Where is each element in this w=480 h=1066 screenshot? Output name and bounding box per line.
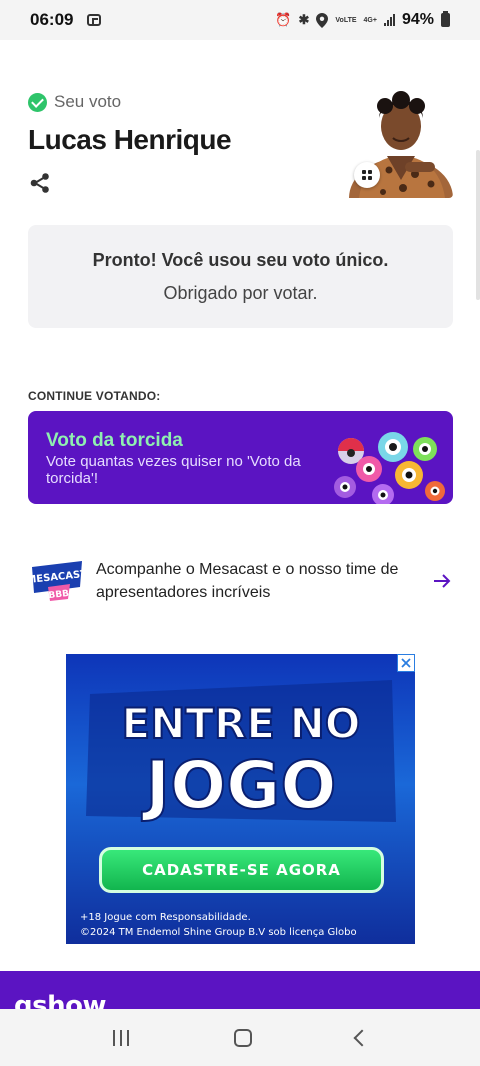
- vote-status-label: Seu voto: [54, 92, 122, 111]
- ad-cta-button[interactable]: CADASTRE-SE AGORA: [99, 847, 384, 893]
- ad-headline-line2: JOGO: [142, 747, 337, 824]
- network-4g-indicator: 4G+: [363, 16, 377, 24]
- ad-disclaimer-line2: ©2024 TM Endemol Shine Group B.V sob lic…: [80, 927, 357, 938]
- mesacast-link[interactable]: MESACAST BBB Acompanhe o Mesacast e o no…: [28, 553, 453, 609]
- status-bar: 06:09 ⏰ ✱ VoLTE 4G+ 94%: [0, 0, 480, 40]
- vote-confirmation-box: Pronto! Você usou seu voto único. Obriga…: [28, 225, 453, 328]
- ad-close-icon[interactable]: [397, 654, 415, 672]
- screenshot-icon: [87, 14, 102, 26]
- ad-disclaimer-line1: +18 Jogue com Responsabilidade.: [80, 912, 251, 923]
- signal-icon: [383, 14, 395, 26]
- vote-status: Seu voto: [28, 92, 121, 112]
- battery-percent: 94%: [401, 11, 434, 28]
- ad-headline: ENTRE NO JOGO: [86, 680, 396, 825]
- torcida-card-title: Voto da torcida: [46, 430, 183, 451]
- back-icon[interactable]: [353, 1029, 371, 1046]
- status-time: 06:09: [30, 10, 74, 29]
- status-icons: ⏰ ✱ VoLTE 4G+ 94%: [275, 11, 450, 29]
- mesacast-logo: MESACAST BBB: [28, 561, 86, 601]
- candidate-name: Lucas Henrique: [28, 124, 232, 155]
- bbb-mascots-illustration: [334, 432, 445, 504]
- recents-icon[interactable]: [112, 1029, 130, 1046]
- volte-indicator: VoLTE: [335, 16, 357, 24]
- system-navigation-bar: [0, 1009, 480, 1066]
- battery-icon: [441, 11, 450, 27]
- share-icon[interactable]: [29, 172, 51, 194]
- ad-disclaimer: +18 Jogue com Responsabilidade. ©2024 TM…: [80, 910, 357, 940]
- continue-voting-label: CONTINUE VOTANDO:: [28, 389, 161, 403]
- voto-da-torcida-card[interactable]: Voto da torcida Vote quantas vezes quise…: [28, 411, 453, 504]
- mesacast-logo-sub: BBB: [48, 589, 70, 601]
- bluetooth-icon: ✱: [298, 12, 310, 27]
- candidate-badge-icon: [354, 162, 380, 188]
- scrollbar[interactable]: [476, 150, 480, 300]
- check-circle-icon: [28, 92, 47, 112]
- advertisement-banner[interactable]: ENTRE NO JOGO CADASTRE-SE AGORA +18 Jogu…: [66, 654, 415, 944]
- alarm-icon: ⏰: [275, 12, 292, 27]
- ad-headline-line1: ENTRE NO: [122, 699, 361, 748]
- location-icon: [316, 12, 329, 28]
- home-icon[interactable]: [234, 1028, 252, 1047]
- mesacast-text: Acompanhe o Mesacast e o nosso time de a…: [96, 561, 399, 601]
- confirmation-subtitle: Obrigado por votar.: [163, 282, 318, 303]
- confirmation-title: Pronto! Você usou seu voto único.: [92, 249, 389, 270]
- arrow-right-icon[interactable]: [431, 570, 453, 592]
- torcida-card-description: Vote quantas vezes quiser no 'Voto da to…: [46, 453, 301, 487]
